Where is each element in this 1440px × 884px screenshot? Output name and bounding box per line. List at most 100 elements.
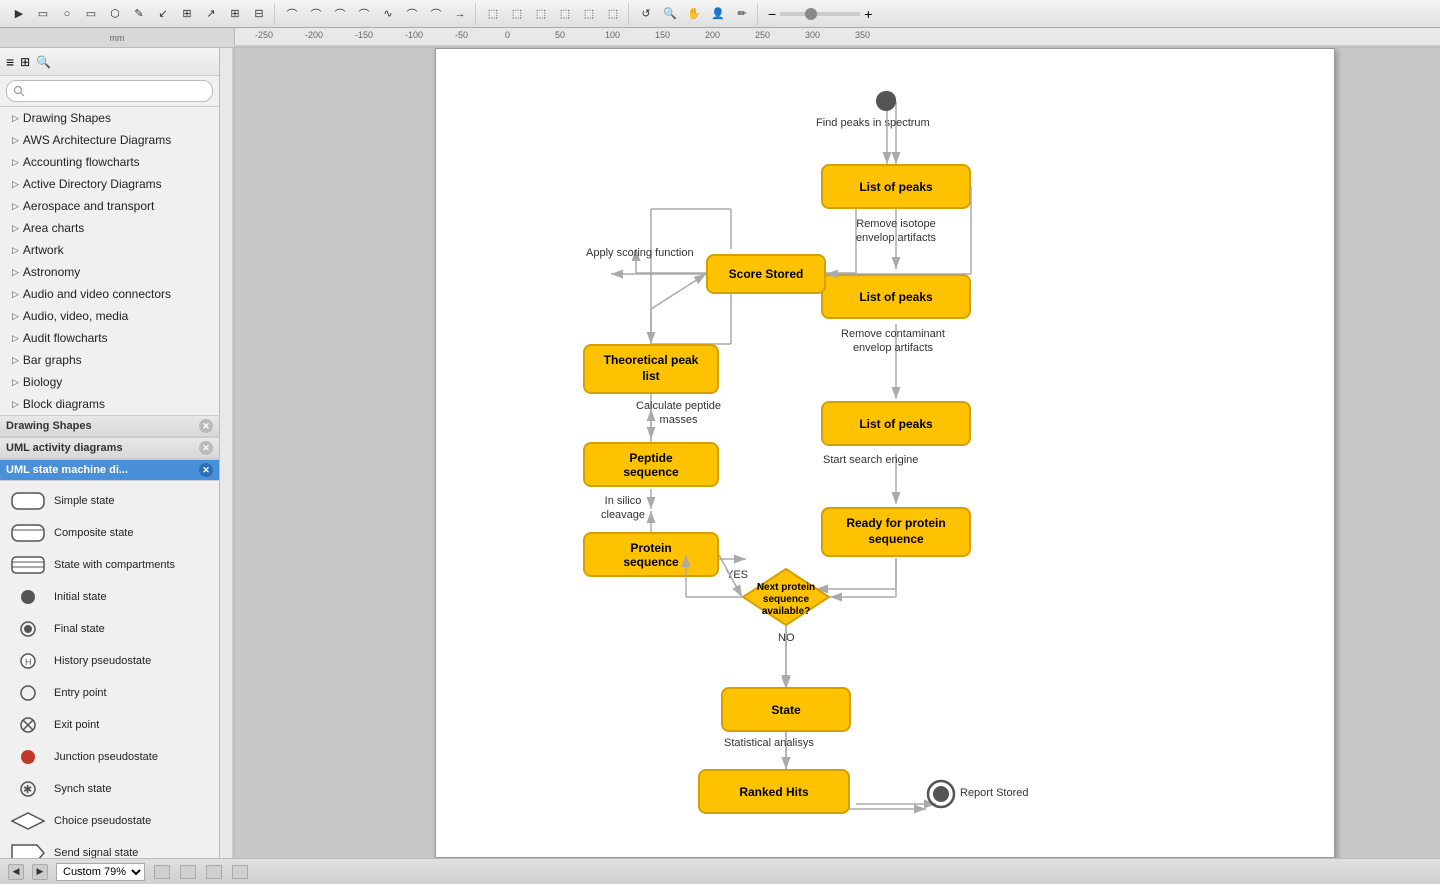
shape-item-entry-point[interactable]: Entry point: [6, 679, 213, 707]
zoom-tool[interactable]: 🔍: [659, 3, 681, 25]
list-peaks-3[interactable]: List of peaks: [821, 401, 971, 446]
library-bar-graphs[interactable]: ▷ Bar graphs: [0, 349, 219, 371]
peptide-sequence[interactable]: Peptidesequence: [583, 442, 719, 487]
line-tool[interactable]: ↙: [152, 3, 174, 25]
connector-tool[interactable]: ⌒: [401, 3, 423, 25]
svg-text:sequence: sequence: [763, 594, 810, 605]
table-tool[interactable]: ⊞: [176, 3, 198, 25]
curve-tool-1[interactable]: ⌒: [281, 3, 303, 25]
ready-for-protein[interactable]: Ready for proteinsequence: [821, 507, 971, 557]
protein-sequence[interactable]: Proteinsequence: [583, 532, 719, 577]
panel-grid-icon[interactable]: ⊞: [20, 55, 30, 69]
state-box[interactable]: State: [721, 687, 851, 732]
library-accounting[interactable]: ▷ Accounting flowcharts: [0, 151, 219, 173]
view-mode-4[interactable]: [232, 865, 248, 879]
next-protein-diamond[interactable]: Next protein sequence available?: [741, 567, 831, 627]
library-active-directory[interactable]: ▷ Active Directory Diagrams: [0, 173, 219, 195]
connect-4[interactable]: ⬚: [554, 3, 576, 25]
section-close-button[interactable]: ✕: [199, 441, 213, 455]
curve-tool-4[interactable]: ⌒: [353, 3, 375, 25]
library-artwork[interactable]: ▷ Artwork: [0, 239, 219, 261]
refresh-tool[interactable]: ↺: [635, 3, 657, 25]
connect-1[interactable]: ⬚: [482, 3, 504, 25]
library-drawing-shapes[interactable]: ▷ Drawing Shapes: [0, 107, 219, 129]
shape-tool[interactable]: ▭: [80, 3, 102, 25]
hex-tool[interactable]: ⬡: [104, 3, 126, 25]
ungroup-tool[interactable]: ⊟: [248, 3, 270, 25]
library-item-label: AWS Architecture Diagrams: [23, 133, 171, 147]
arrow-tool[interactable]: →: [449, 3, 471, 25]
curve-tool-2[interactable]: ⌒: [305, 3, 327, 25]
zoom-plus-icon[interactable]: +: [864, 6, 872, 22]
shape-item-label: Simple state: [54, 495, 115, 507]
nav-prev-button[interactable]: ◀: [8, 864, 24, 880]
section-uml-state-machine[interactable]: UML state machine di... ✕: [0, 459, 219, 481]
library-audio-video-connectors[interactable]: ▷ Audio and video connectors: [0, 283, 219, 305]
select-tool[interactable]: ▶: [8, 3, 30, 25]
view-mode-3[interactable]: [206, 865, 222, 879]
ellipse-tool[interactable]: ○: [56, 3, 78, 25]
list-peaks-1[interactable]: List of peaks: [821, 164, 971, 209]
theoretical-peak-list[interactable]: Theoretical peaklist: [583, 344, 719, 394]
shape-item-composite-state[interactable]: Composite state: [6, 519, 213, 547]
end-circle[interactable]: [926, 779, 956, 812]
zoom-select[interactable]: Custom 79% 50% 75% 100% 150%: [56, 863, 145, 881]
shape-item-choice-pseudostate[interactable]: Choice pseudostate: [6, 807, 213, 835]
pan-tool[interactable]: ✋: [683, 3, 705, 25]
chevron-right-icon: ▷: [12, 223, 19, 234]
shape-item-simple-state[interactable]: Simple state: [6, 487, 213, 515]
shape-item-junction-pseudostate[interactable]: Junction pseudostate: [6, 743, 213, 771]
group-tool[interactable]: ⊞: [224, 3, 246, 25]
library-aerospace[interactable]: ▷ Aerospace and transport: [0, 195, 219, 217]
section-label: Drawing Shapes: [6, 420, 92, 432]
search-input[interactable]: [6, 80, 213, 102]
ranked-hits[interactable]: Ranked Hits: [698, 769, 850, 814]
text-tool[interactable]: ✎: [128, 3, 150, 25]
library-audit[interactable]: ▷ Audit flowcharts: [0, 327, 219, 349]
shape-item-final-state[interactable]: Final state: [6, 615, 213, 643]
svg-text:✱: ✱: [23, 784, 32, 796]
chevron-right-icon: ▷: [12, 245, 19, 256]
library-area-charts[interactable]: ▷ Area charts: [0, 217, 219, 239]
zoom-slider[interactable]: [780, 12, 860, 16]
rect-tool[interactable]: ▭: [32, 3, 54, 25]
library-block-diagrams[interactable]: ▷ Block diagrams: [0, 393, 219, 415]
section-close-button[interactable]: ✕: [199, 419, 213, 433]
panel-search-icon[interactable]: 🔍: [36, 55, 51, 69]
connector-tool-2[interactable]: ⌒: [425, 3, 447, 25]
connect-6[interactable]: ⬚: [602, 3, 624, 25]
pen-tool[interactable]: ✏: [731, 3, 753, 25]
nav-next-button[interactable]: ▶: [32, 864, 48, 880]
connect-5[interactable]: ⬚: [578, 3, 600, 25]
canvas[interactable]: Find peaks in spectrum List of peaks Rem…: [235, 48, 1440, 858]
library-astronomy[interactable]: ▷ Astronomy: [0, 261, 219, 283]
shape-item-send-signal[interactable]: Send signal state: [6, 839, 213, 858]
section-uml-activity[interactable]: UML activity diagrams ✕: [0, 437, 219, 459]
chevron-right-icon: ▷: [12, 179, 19, 190]
view-mode-1[interactable]: [154, 865, 170, 879]
zoom-minus-icon[interactable]: −: [768, 6, 776, 22]
diagram-page: Find peaks in spectrum List of peaks Rem…: [435, 48, 1335, 858]
section-close-button[interactable]: ✕: [199, 463, 213, 477]
shape-item-history-pseudostate[interactable]: H History pseudostate: [6, 647, 213, 675]
link-tool[interactable]: ↗: [200, 3, 222, 25]
library-aws[interactable]: ▷ AWS Architecture Diagrams: [0, 129, 219, 151]
user-tool[interactable]: 👤: [707, 3, 729, 25]
list-peaks-2[interactable]: List of peaks: [821, 274, 971, 319]
wave-tool[interactable]: ∿: [377, 3, 399, 25]
shape-item-initial-state[interactable]: Initial state: [6, 583, 213, 611]
library-audio-video-media[interactable]: ▷ Audio, video, media: [0, 305, 219, 327]
score-stored[interactable]: Score Stored: [706, 254, 826, 294]
shape-item-state-compartments[interactable]: State with compartments: [6, 551, 213, 579]
panel-menu-icon[interactable]: ≡: [6, 54, 14, 70]
chevron-right-icon: ▷: [12, 267, 19, 278]
view-mode-2[interactable]: [180, 865, 196, 879]
connect-3[interactable]: ⬚: [530, 3, 552, 25]
library-biology[interactable]: ▷ Biology: [0, 371, 219, 393]
statistical-label: Statistical analisys: [724, 737, 814, 749]
section-drawing-shapes[interactable]: Drawing Shapes ✕: [0, 415, 219, 437]
connect-2[interactable]: ⬚: [506, 3, 528, 25]
curve-tool-3[interactable]: ⌒: [329, 3, 351, 25]
shape-item-exit-point[interactable]: Exit point: [6, 711, 213, 739]
shape-item-synch-state[interactable]: ✱ Synch state: [6, 775, 213, 803]
